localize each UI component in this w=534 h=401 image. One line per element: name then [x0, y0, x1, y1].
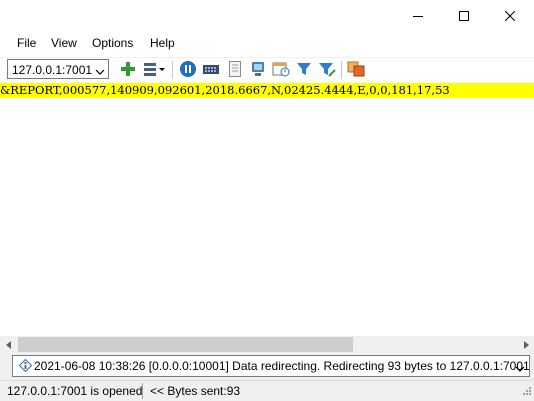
chevron-down-icon — [95, 65, 105, 79]
status-separator — [142, 383, 143, 399]
close-button[interactable] — [487, 0, 533, 31]
list-menu-button[interactable] — [143, 60, 167, 80]
chevron-right-icon — [522, 338, 530, 352]
filter-button[interactable] — [294, 60, 314, 80]
device-icon — [250, 61, 266, 80]
menu-view[interactable]: View — [51, 36, 77, 50]
connection-status: 127.0.0.1:7001 is opened — [7, 384, 143, 398]
scroll-right-button[interactable] — [517, 336, 534, 353]
menu-bar: File View Options Help — [0, 33, 534, 55]
document-icon — [228, 60, 242, 80]
horizontal-scrollbar[interactable] — [0, 336, 534, 353]
chevron-left-icon — [5, 338, 13, 352]
menu-help[interactable]: Help — [150, 36, 175, 50]
log-select[interactable]: 2021-06-08 10:38:26 [0.0.0.0:10001] Data… — [12, 355, 530, 377]
status-bar: 127.0.0.1:7001 is opened << Bytes sent:9… — [0, 380, 534, 401]
close-icon — [505, 10, 515, 21]
port-icon — [202, 61, 220, 80]
document-button[interactable] — [225, 60, 245, 80]
chevron-down-icon — [515, 362, 525, 376]
filter-icon — [296, 61, 312, 80]
log-message: 2021-06-08 10:38:26 [0.0.0.0:10001] Data… — [34, 359, 530, 373]
add-icon — [120, 61, 136, 80]
menu-file[interactable]: File — [17, 36, 36, 50]
data-view[interactable]: &REPORT,000577,140909,092601,2018.6667,N… — [0, 83, 534, 336]
toolbar-separator — [341, 61, 342, 79]
title-bar — [0, 0, 534, 31]
pause-icon — [179, 60, 197, 81]
list-menu-icon — [143, 61, 167, 80]
connection-select-value: 127.0.0.1:7001 — [12, 63, 93, 77]
bytes-sent-status: << Bytes sent:93 — [150, 384, 241, 398]
toolbar-separator — [172, 61, 173, 79]
maximize-icon — [459, 10, 469, 21]
copy-button[interactable] — [346, 60, 366, 80]
filter-edit-button[interactable] — [317, 60, 337, 80]
filter-edit-icon — [318, 61, 336, 80]
minimize-button[interactable] — [395, 0, 441, 31]
toolbar: 127.0.0.1:7001 — [0, 57, 534, 84]
copy-icon — [347, 61, 365, 80]
schedule-button[interactable] — [271, 60, 291, 80]
info-diamond-icon — [18, 358, 33, 375]
schedule-icon — [272, 61, 290, 80]
scroll-left-button[interactable] — [0, 336, 17, 353]
resize-grip-icon[interactable] — [522, 385, 532, 399]
data-line: &REPORT,000577,140909,092601,2018.6667,N… — [0, 83, 534, 98]
log-bar: 2021-06-08 10:38:26 [0.0.0.0:10001] Data… — [0, 353, 534, 380]
pause-button[interactable] — [178, 60, 198, 80]
port-button[interactable] — [201, 60, 221, 80]
device-button[interactable] — [248, 60, 268, 80]
add-button[interactable] — [118, 60, 138, 80]
scrollbar-thumb[interactable] — [18, 337, 353, 352]
connection-select[interactable]: 127.0.0.1:7001 — [7, 59, 109, 79]
menu-options[interactable]: Options — [92, 36, 133, 50]
minimize-icon — [413, 11, 423, 21]
maximize-button[interactable] — [441, 0, 487, 31]
